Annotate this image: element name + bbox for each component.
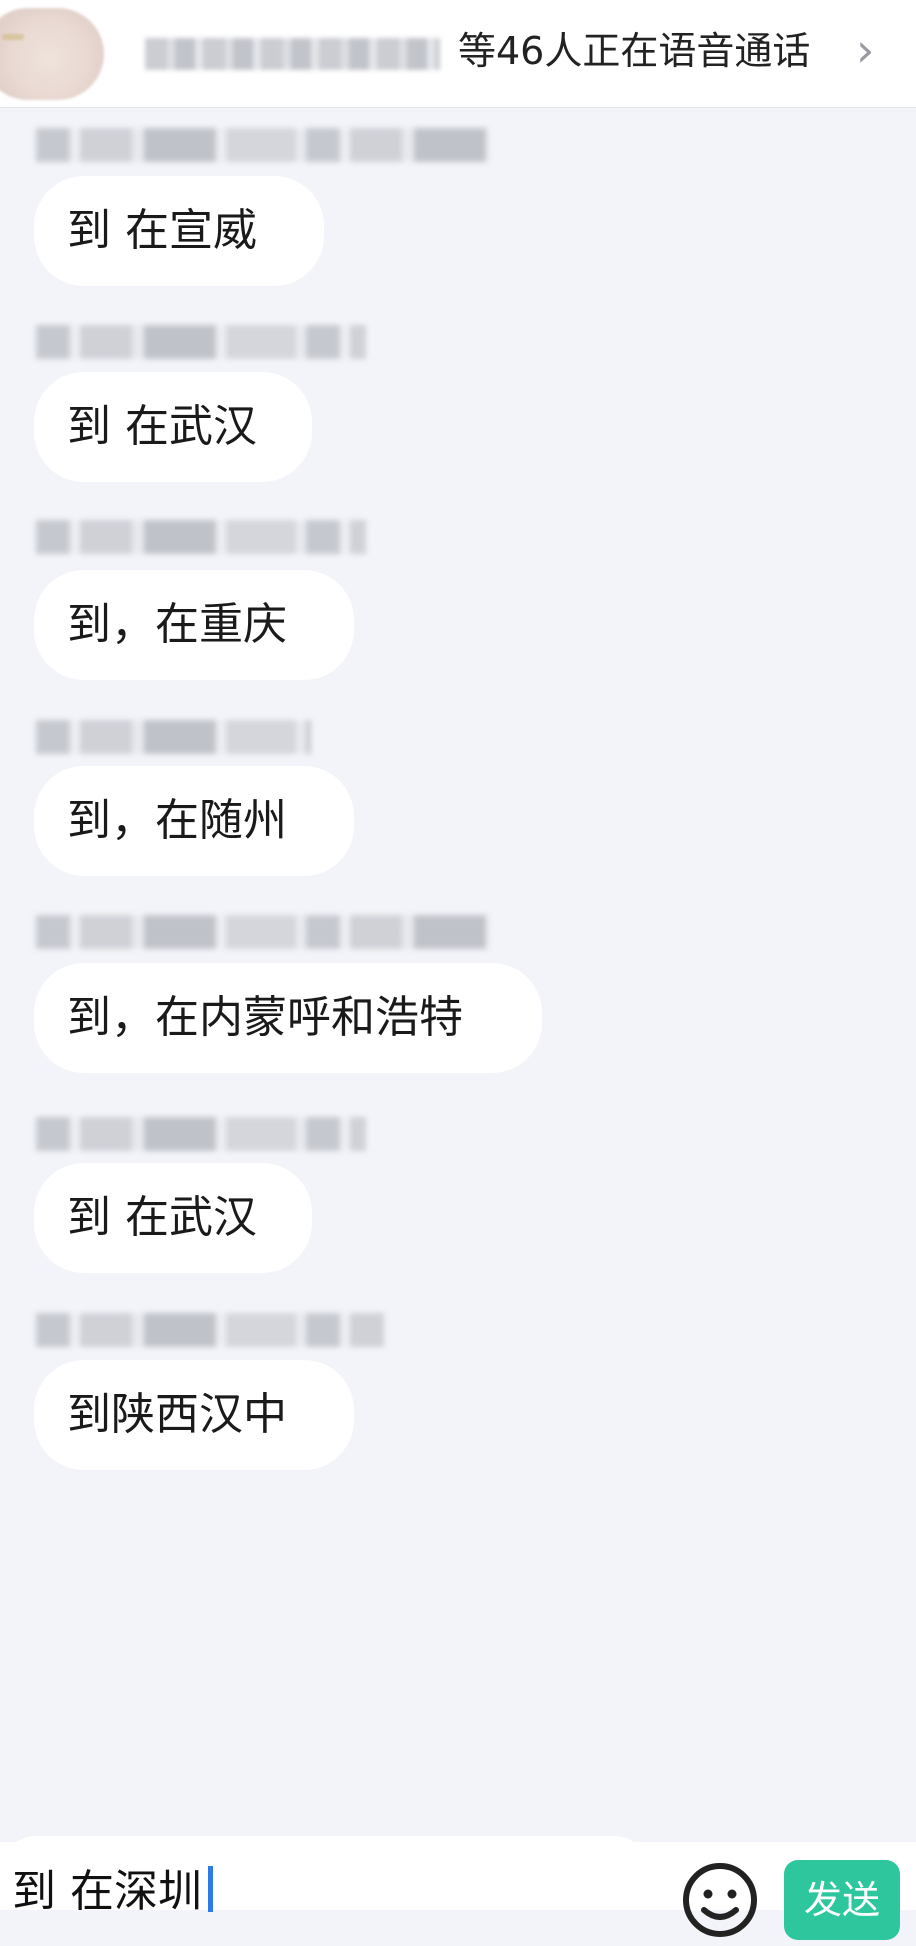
smiley-svg [683, 1863, 757, 1937]
voice-call-status[interactable]: 等46人正在语音通话 [458, 26, 810, 76]
message-bubble[interactable]: 到 在武汉 [34, 372, 312, 482]
blurred-sender-name [36, 720, 311, 754]
chevron-right-icon[interactable]: › [856, 24, 874, 76]
avatar-mark [2, 34, 24, 40]
blurred-sender-name [36, 128, 491, 162]
smiley-face-icon[interactable] [678, 1858, 762, 1942]
message-bubble[interactable]: 到，在内蒙呼和浩特 [34, 963, 542, 1073]
message-input-text[interactable]: 到 在深圳 [12, 1862, 213, 1922]
message-bubble[interactable]: 到 在宣威 [34, 176, 324, 286]
blurred-sender-name [36, 915, 491, 949]
message-bubble[interactable]: 到陕西汉中 [34, 1360, 354, 1470]
text-caret [208, 1866, 213, 1912]
blurred-sender-name [36, 325, 366, 359]
group-avatar[interactable] [0, 8, 104, 100]
send-button[interactable]: 发送 [784, 1860, 900, 1940]
input-value: 到 在深圳 [12, 1866, 202, 1917]
chat-header: 等46人正在语音通话 › [0, 0, 916, 108]
blurred-sender-name [36, 1117, 366, 1151]
message-bubble[interactable]: 到，在重庆 [34, 570, 354, 680]
blurred-sender-name [36, 520, 366, 554]
blurred-group-name [145, 38, 440, 70]
message-bubble[interactable]: 到 在武汉 [34, 1163, 312, 1273]
blurred-sender-name [36, 1313, 384, 1347]
message-bubble[interactable]: 到，在随州 [34, 766, 354, 876]
